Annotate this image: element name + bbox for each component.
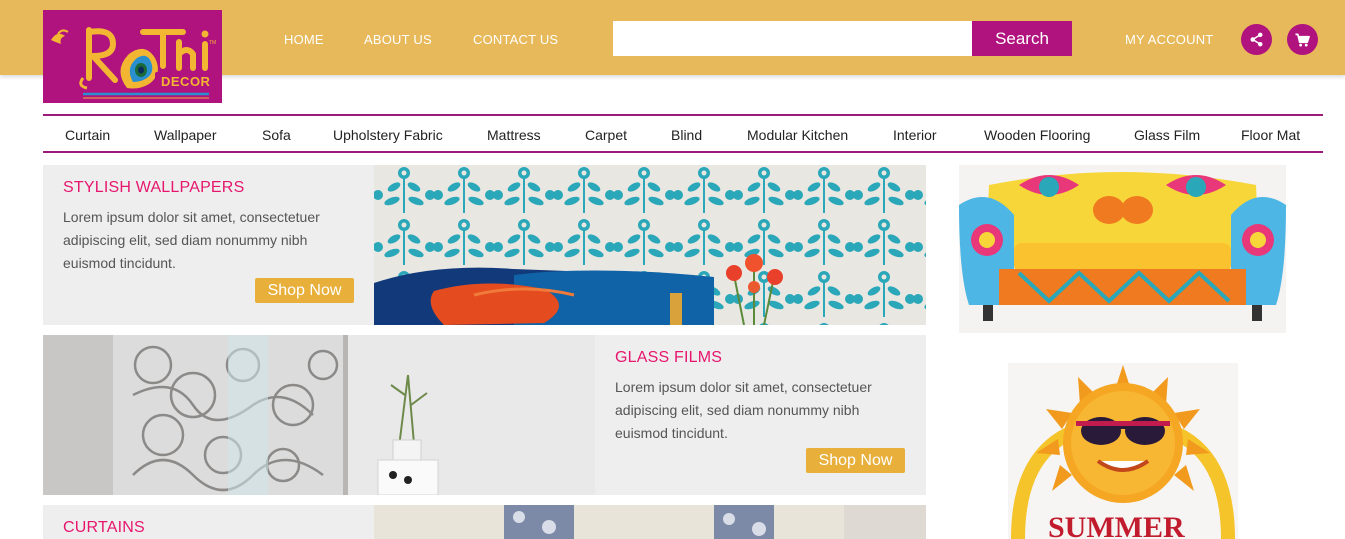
- search-input[interactable]: [613, 21, 972, 56]
- category-sofa[interactable]: Sofa: [262, 127, 291, 143]
- promo-text: GLASS FILMS Lorem ipsum dolor sit amet, …: [615, 349, 915, 445]
- my-account-link[interactable]: MY ACCOUNT: [1125, 32, 1213, 47]
- category-carpet[interactable]: Carpet: [585, 127, 627, 143]
- sofa-ad-image[interactable]: [959, 165, 1286, 333]
- category-upholstery-fabric[interactable]: Upholstery Fabric: [333, 127, 443, 143]
- shop-now-button[interactable]: Shop Now: [255, 278, 354, 303]
- category-modular-kitchen[interactable]: Modular Kitchen: [747, 127, 848, 143]
- category-blind[interactable]: Blind: [671, 127, 702, 143]
- shop-now-button[interactable]: Shop Now: [806, 448, 905, 473]
- category-mattress[interactable]: Mattress: [487, 127, 541, 143]
- curtains-image: [374, 505, 926, 539]
- promo-text: CURTAINS: [63, 519, 363, 539]
- summer-text: SUMMER: [1048, 511, 1185, 539]
- share-icon[interactable]: [1241, 24, 1272, 55]
- wallpaper-image: [374, 165, 926, 325]
- category-interior[interactable]: Interior: [893, 127, 937, 143]
- promo-title: CURTAINS: [63, 519, 145, 536]
- category-nav: Curtain Wallpaper Sofa Upholstery Fabric…: [43, 114, 1323, 153]
- category-wooden-flooring[interactable]: Wooden Flooring: [984, 127, 1090, 143]
- promo-title: STYLISH WALLPAPERS: [63, 179, 245, 196]
- svg-text:DECOR: DECOR: [161, 74, 211, 89]
- category-floor-mat[interactable]: Floor Mat: [1241, 127, 1300, 143]
- nav-about-link[interactable]: ABOUT US: [364, 32, 432, 47]
- promo-text: STYLISH WALLPAPERS Lorem ipsum dolor sit…: [63, 179, 363, 275]
- category-curtain[interactable]: Curtain: [65, 127, 110, 143]
- promo-curtains: CURTAINS: [43, 505, 926, 539]
- nav-home-link[interactable]: HOME: [284, 32, 324, 47]
- glass-film-image: [43, 335, 595, 495]
- promo-glass-films: GLASS FILMS Lorem ipsum dolor sit amet, …: [43, 335, 926, 495]
- promo-title: GLASS FILMS: [615, 349, 723, 366]
- rathi-decor-logo[interactable]: TM DECOR: [43, 10, 222, 103]
- promo-description: Lorem ipsum dolor sit amet, consectetuer…: [615, 379, 872, 441]
- nav-contact-link[interactable]: CONTACT US: [473, 32, 558, 47]
- promo-wallpapers: STYLISH WALLPAPERS Lorem ipsum dolor sit…: [43, 165, 926, 325]
- svg-text:TM: TM: [209, 40, 216, 46]
- category-glass-film[interactable]: Glass Film: [1134, 127, 1200, 143]
- cart-icon[interactable]: [1287, 24, 1318, 55]
- category-wallpaper[interactable]: Wallpaper: [154, 127, 217, 143]
- search-button[interactable]: Search: [972, 21, 1072, 56]
- summer-sale-ad[interactable]: SUMMER: [1008, 363, 1238, 539]
- promo-description: Lorem ipsum dolor sit amet, consectetuer…: [63, 209, 320, 271]
